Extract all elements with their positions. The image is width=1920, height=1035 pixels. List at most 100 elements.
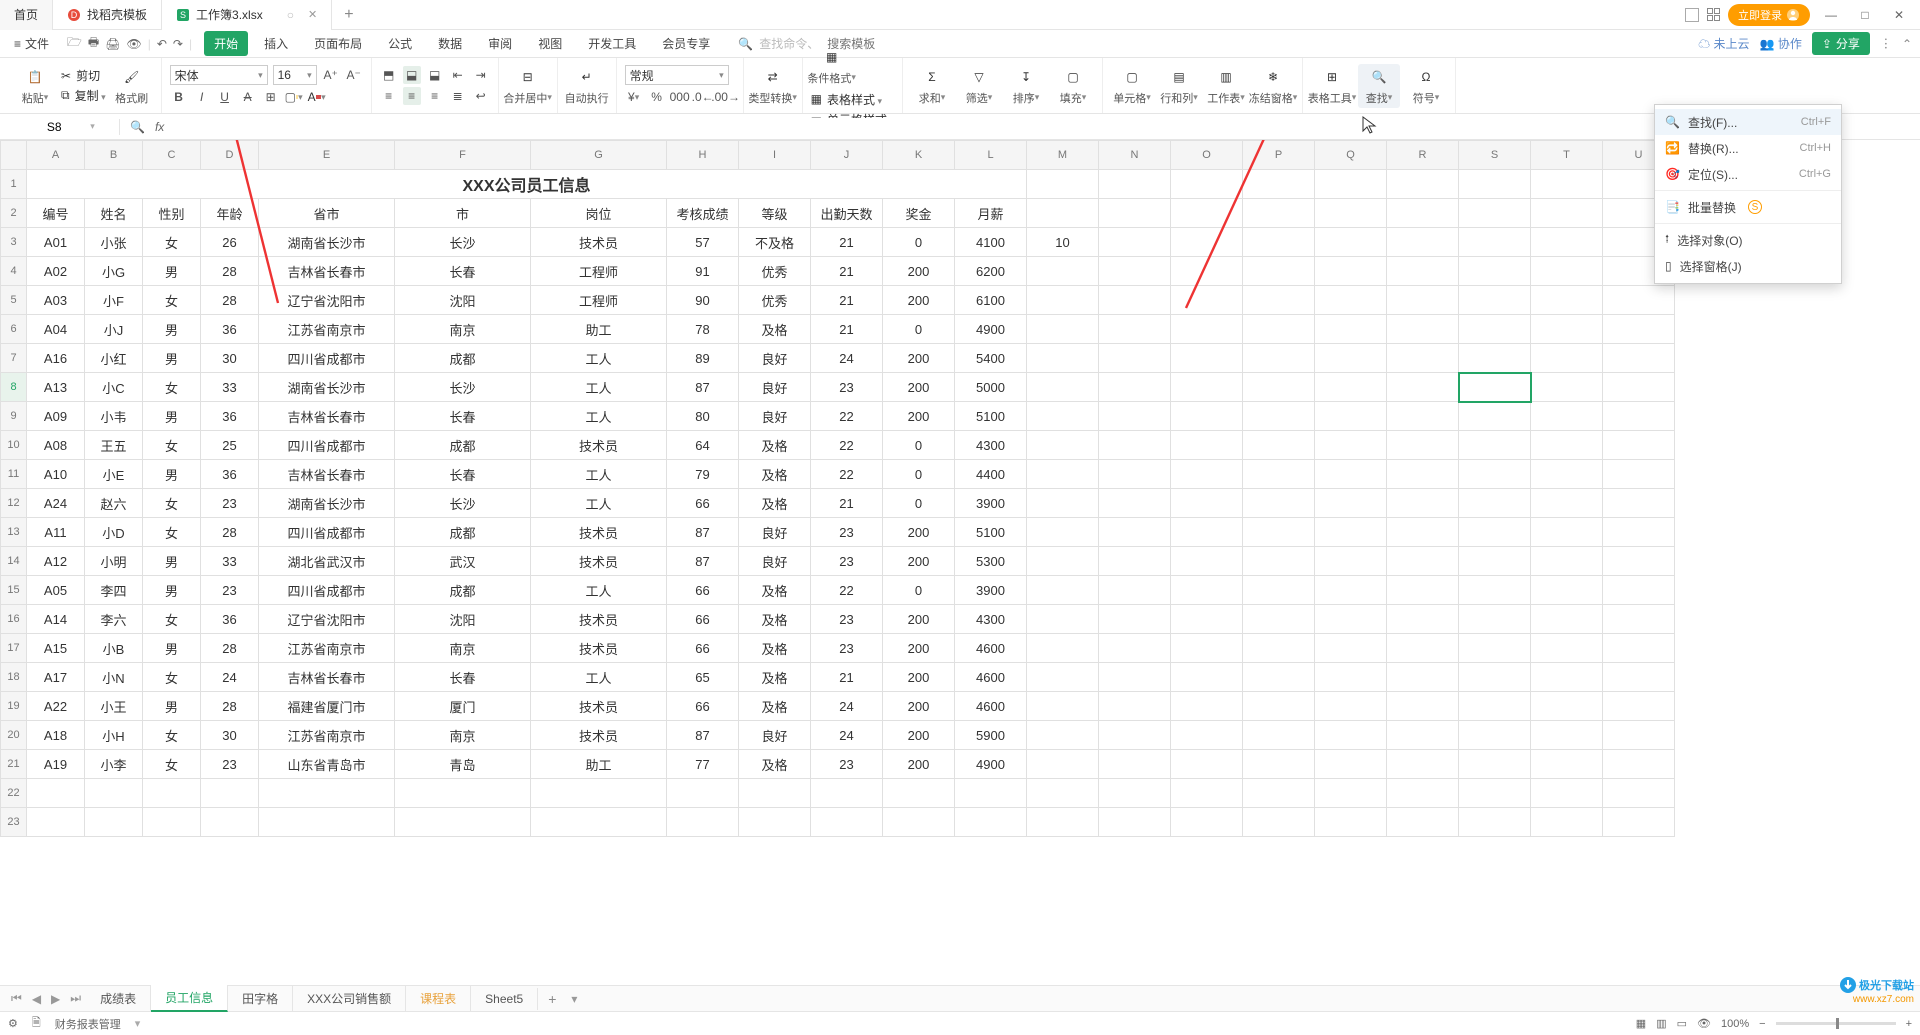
data-cell[interactable]: 男 xyxy=(143,460,201,489)
data-cell[interactable]: 21 xyxy=(811,489,883,518)
data-cell[interactable]: 江苏省南京市 xyxy=(259,315,395,344)
data-cell[interactable]: 30 xyxy=(201,721,259,750)
row-header-16[interactable]: 16 xyxy=(1,605,27,634)
cell-O10[interactable] xyxy=(1171,431,1243,460)
data-cell[interactable]: 3900 xyxy=(955,489,1027,518)
cell-N14[interactable] xyxy=(1099,547,1171,576)
cell-S13[interactable] xyxy=(1459,518,1531,547)
data-cell[interactable]: 及格 xyxy=(739,634,811,663)
cell-Q11[interactable] xyxy=(1315,460,1387,489)
cell-M20[interactable] xyxy=(1027,721,1099,750)
cell-M9[interactable] xyxy=(1027,402,1099,431)
cell-T15[interactable] xyxy=(1531,576,1603,605)
cell-T4[interactable] xyxy=(1531,257,1603,286)
cell[interactable] xyxy=(85,779,143,808)
cell-S20[interactable] xyxy=(1459,721,1531,750)
row-header-5[interactable]: 5 xyxy=(1,286,27,315)
cell-U16[interactable] xyxy=(1603,605,1675,634)
percent-icon[interactable]: % xyxy=(648,88,666,106)
data-cell[interactable]: 长春 xyxy=(395,663,531,692)
data-cell[interactable]: A03 xyxy=(27,286,85,315)
cell-U7[interactable] xyxy=(1603,344,1675,373)
cell[interactable] xyxy=(955,779,1027,808)
data-cell[interactable]: 及格 xyxy=(739,315,811,344)
data-cell[interactable]: 21 xyxy=(811,228,883,257)
cell[interactable] xyxy=(1099,199,1171,228)
cell[interactable] xyxy=(883,808,955,837)
sum-button[interactable]: Σ求和 xyxy=(911,64,953,108)
cell[interactable] xyxy=(667,808,739,837)
row-header-9[interactable]: 9 xyxy=(1,402,27,431)
cell[interactable] xyxy=(955,808,1027,837)
data-cell[interactable]: 24 xyxy=(811,692,883,721)
cell-U10[interactable] xyxy=(1603,431,1675,460)
row-header-22[interactable]: 22 xyxy=(1,779,27,808)
data-cell[interactable]: 23 xyxy=(811,605,883,634)
cell[interactable] xyxy=(85,808,143,837)
sheet-nav-prev[interactable]: ◀ xyxy=(27,992,46,1006)
data-cell[interactable]: 技术员 xyxy=(531,721,667,750)
table-style-button[interactable]: ▦表格样式 xyxy=(811,91,894,108)
cell-T17[interactable] xyxy=(1531,634,1603,663)
dec-decimal-icon[interactable]: .00→ xyxy=(717,88,735,106)
cell-T5[interactable] xyxy=(1531,286,1603,315)
cell[interactable] xyxy=(811,808,883,837)
data-cell[interactable]: 山东省青岛市 xyxy=(259,750,395,779)
underline-button[interactable]: U xyxy=(216,88,234,106)
cell-O9[interactable] xyxy=(1171,402,1243,431)
cell-S15[interactable] xyxy=(1459,576,1531,605)
apps-icon[interactable] xyxy=(1707,8,1720,21)
data-cell[interactable]: 小H xyxy=(85,721,143,750)
cell-P11[interactable] xyxy=(1243,460,1315,489)
data-cell[interactable]: 33 xyxy=(201,373,259,402)
column-header[interactable]: 月薪 xyxy=(955,199,1027,228)
data-cell[interactable]: 66 xyxy=(667,489,739,518)
inc-decimal-icon[interactable]: .0← xyxy=(694,88,712,106)
data-cell[interactable]: 工人 xyxy=(531,344,667,373)
menu-batch-replace[interactable]: 📑批量替换S xyxy=(1655,194,1841,220)
data-cell[interactable]: 吉林省长春市 xyxy=(259,663,395,692)
row-header-19[interactable]: 19 xyxy=(1,692,27,721)
menu-replace[interactable]: 🔁替换(R)...Ctrl+H xyxy=(1655,135,1841,161)
cell[interactable] xyxy=(395,779,531,808)
cell-R11[interactable] xyxy=(1387,460,1459,489)
data-cell[interactable]: 及格 xyxy=(739,692,811,721)
data-cell[interactable]: 200 xyxy=(883,663,955,692)
cell-P9[interactable] xyxy=(1243,402,1315,431)
cell-O6[interactable] xyxy=(1171,315,1243,344)
data-cell[interactable]: 23 xyxy=(811,634,883,663)
cell-S4[interactable] xyxy=(1459,257,1531,286)
tab-close-icon[interactable]: ✕ xyxy=(308,8,317,21)
sheet-title[interactable]: XXX公司员工信息 xyxy=(27,170,1027,199)
cell-N19[interactable] xyxy=(1099,692,1171,721)
cell-Q20[interactable] xyxy=(1315,721,1387,750)
cell-Q6[interactable] xyxy=(1315,315,1387,344)
qa-redo-icon[interactable]: ↷ xyxy=(173,37,183,51)
data-cell[interactable]: A01 xyxy=(27,228,85,257)
cell-R20[interactable] xyxy=(1387,721,1459,750)
data-cell[interactable]: 福建省厦门市 xyxy=(259,692,395,721)
file-menu[interactable]: ≡ 文件 xyxy=(8,33,55,54)
cell-U8[interactable] xyxy=(1603,373,1675,402)
align-right-icon[interactable]: ≡ xyxy=(426,87,444,105)
data-cell[interactable]: 200 xyxy=(883,286,955,315)
cell-U12[interactable] xyxy=(1603,489,1675,518)
cell-P20[interactable] xyxy=(1243,721,1315,750)
data-cell[interactable]: 87 xyxy=(667,518,739,547)
col-header-P[interactable]: P xyxy=(1243,141,1315,170)
cell-P14[interactable] xyxy=(1243,547,1315,576)
menu-data[interactable]: 数据 xyxy=(428,31,472,56)
cell-R18[interactable] xyxy=(1387,663,1459,692)
cell-P12[interactable] xyxy=(1243,489,1315,518)
cell-N8[interactable] xyxy=(1099,373,1171,402)
row-header-15[interactable]: 15 xyxy=(1,576,27,605)
cell-M13[interactable] xyxy=(1027,518,1099,547)
cell-O11[interactable] xyxy=(1171,460,1243,489)
data-cell[interactable]: 23 xyxy=(201,750,259,779)
data-cell[interactable]: 助工 xyxy=(531,315,667,344)
format-painter-button[interactable]: 🖌格式刷 xyxy=(111,64,153,108)
cell-S10[interactable] xyxy=(1459,431,1531,460)
cell[interactable] xyxy=(1099,779,1171,808)
cell-M7[interactable] xyxy=(1027,344,1099,373)
window-layout-icon[interactable] xyxy=(1685,8,1699,22)
